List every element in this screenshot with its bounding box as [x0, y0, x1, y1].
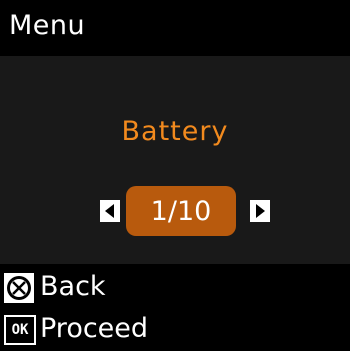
- ok-key-icon: OK: [4, 315, 36, 345]
- lcd-screen: Menu Battery 1/10 Back OK Proceed: [0, 0, 350, 351]
- back-row[interactable]: Back: [0, 268, 350, 310]
- stop-icon: [4, 273, 34, 303]
- content-panel: Battery 1/10: [0, 56, 350, 264]
- arrow-right-icon[interactable]: [250, 200, 270, 222]
- arrow-left-icon[interactable]: [100, 200, 120, 222]
- proceed-label: Proceed: [40, 313, 149, 344]
- title-bar: Menu: [0, 0, 350, 56]
- page-title: Menu: [9, 10, 86, 41]
- back-label: Back: [40, 271, 106, 302]
- page-counter: 1/10: [126, 186, 236, 236]
- menu-item-label: Battery: [121, 116, 229, 147]
- proceed-row[interactable]: OK Proceed: [0, 310, 350, 351]
- page-counter-text: 1/10: [150, 196, 212, 227]
